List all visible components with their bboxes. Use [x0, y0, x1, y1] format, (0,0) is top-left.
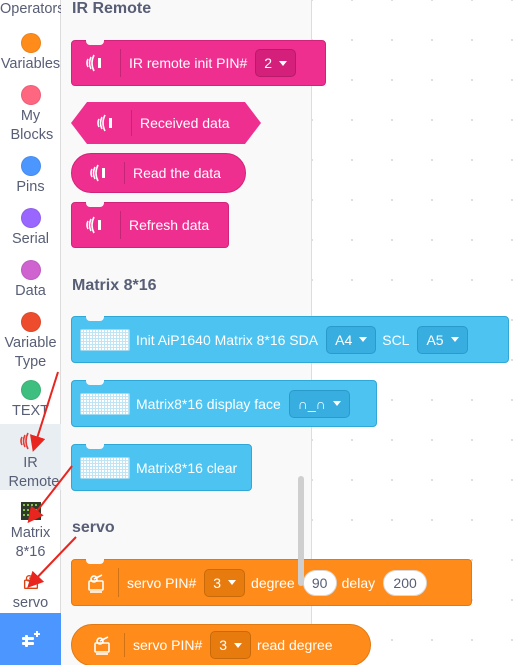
- block-refresh-data[interactable]: Refresh data: [71, 202, 229, 248]
- block-label: degree: [251, 574, 295, 591]
- category-label: IR Remote: [8, 455, 60, 490]
- block-label: Refresh data: [129, 217, 210, 233]
- block-separator: [131, 110, 132, 136]
- category-ir-remote[interactable]: IR Remote: [0, 424, 61, 490]
- category-label: Pins: [16, 179, 45, 195]
- category-label: Serial: [11, 231, 50, 247]
- face-dropdown[interactable]: ∩_∩: [288, 389, 350, 418]
- dropdown-value: A5: [426, 331, 444, 348]
- section-title-servo: servo: [72, 519, 115, 536]
- block-servo-write[interactable]: servo PIN# 3 degree 90 delay 200: [71, 559, 472, 606]
- sda-dropdown[interactable]: A4: [326, 325, 377, 354]
- degree-input[interactable]: 90: [302, 569, 337, 596]
- block-separator: [120, 211, 121, 239]
- dropdown-value: 2: [264, 55, 273, 71]
- category-color-dot: [20, 312, 41, 332]
- ir-remote-icon: [95, 113, 121, 133]
- category-label: Variable Type: [4, 335, 57, 370]
- ir-remote-icon: [19, 432, 35, 450]
- block-label: SCL: [382, 331, 410, 348]
- block-label: read degree: [257, 637, 333, 653]
- block-separator: [124, 633, 125, 657]
- add-extension-button[interactable]: [0, 613, 61, 665]
- category-color-dot: [20, 33, 41, 53]
- category-my-blocks[interactable]: My Blocks: [0, 85, 61, 145]
- category-variable-type[interactable]: Variable Type: [0, 312, 61, 372]
- ir-remote-icon: [88, 163, 114, 183]
- block-label: Received data: [140, 115, 230, 131]
- block-label: Matrix8*16 display face: [136, 395, 281, 412]
- category-servo[interactable]: servo: [0, 572, 61, 613]
- category-serial[interactable]: Serial: [0, 208, 61, 249]
- category-data[interactable]: Data: [0, 260, 61, 301]
- delay-input[interactable]: 200: [383, 569, 428, 596]
- block-received-data[interactable]: Received data: [71, 102, 261, 144]
- category-color-dot: [20, 156, 41, 176]
- section-title-ir-remote: IR Remote: [72, 0, 152, 17]
- block-separator: [124, 162, 125, 184]
- block-label: servo PIN#: [133, 637, 203, 653]
- block-label: delay: [341, 574, 376, 591]
- category-text[interactable]: TEXT: [0, 376, 61, 424]
- ir-remote-icon: [84, 53, 110, 73]
- category-pins[interactable]: Pins: [0, 156, 61, 197]
- category-operators[interactable]: Operators: [0, 0, 65, 19]
- category-color-dot: [20, 85, 41, 105]
- caret-down-icon: [279, 60, 288, 66]
- block-label: servo PIN#: [127, 574, 197, 591]
- caret-down-icon: [332, 401, 341, 406]
- block-label: Read the data: [133, 165, 221, 181]
- category-label: Operators: [0, 1, 65, 17]
- led-matrix-icon: [80, 328, 130, 351]
- category-sidebar: Operators Variables My Blocks Pins Seria…: [0, 0, 65, 665]
- led-matrix-icon: [80, 456, 130, 479]
- block-matrix-init[interactable]: Init AiP1640 Matrix 8*16 SDA A4 SCL A5: [71, 316, 509, 363]
- category-color-dot: [20, 260, 41, 280]
- dropdown-value: ∩_∩: [297, 395, 326, 412]
- category-matrix[interactable]: Matrix 8*16: [0, 500, 61, 562]
- dropdown-value: 3: [219, 637, 228, 653]
- led-matrix-icon: [80, 392, 130, 415]
- caret-down-icon: [228, 580, 237, 585]
- category-label: servo: [12, 595, 49, 611]
- category-color-dot: [20, 208, 41, 228]
- dropdown-value: 3: [213, 574, 222, 591]
- section-title-matrix: Matrix 8*16: [72, 277, 157, 294]
- dropdown-value: A4: [335, 331, 353, 348]
- caret-down-icon: [450, 337, 459, 342]
- category-variables[interactable]: Variables: [0, 33, 61, 74]
- category-label: TEXT: [11, 403, 50, 419]
- category-label: Data: [15, 283, 46, 299]
- ir-remote-icon: [84, 215, 110, 235]
- caret-down-icon: [359, 337, 368, 342]
- scl-dropdown[interactable]: A5: [417, 325, 468, 354]
- category-label: My Blocks: [10, 108, 54, 143]
- servo-pin-dropdown[interactable]: 3: [204, 568, 246, 597]
- category-label: Variables: [0, 56, 61, 72]
- flyout-scrollbar[interactable]: [298, 476, 304, 586]
- block-label: IR remote init PIN#: [129, 55, 248, 71]
- category-color-dot: [20, 380, 41, 400]
- block-label: Matrix8*16 clear: [136, 459, 238, 476]
- block-separator: [120, 49, 121, 77]
- servo-icon: [90, 633, 114, 657]
- category-label: Matrix 8*16: [10, 525, 51, 560]
- block-separator: [118, 568, 119, 597]
- servo-read-pin-dropdown[interactable]: 3: [210, 631, 252, 659]
- led-matrix-icon: [20, 502, 41, 520]
- pin-dropdown[interactable]: 2: [255, 49, 297, 77]
- caret-down-icon: [234, 642, 243, 648]
- block-label: Init AiP1640 Matrix 8*16 SDA: [136, 331, 319, 348]
- block-servo-read-degree[interactable]: servo PIN# 3 read degree: [71, 624, 371, 665]
- block-matrix-display-face[interactable]: Matrix8*16 display face ∩_∩: [71, 380, 377, 427]
- block-matrix-clear[interactable]: Matrix8*16 clear: [71, 444, 252, 491]
- servo-icon: [23, 574, 38, 590]
- servo-icon: [84, 571, 108, 595]
- block-ir-remote-init[interactable]: IR remote init PIN# 2: [71, 40, 326, 86]
- block-read-the-data[interactable]: Read the data: [71, 153, 246, 193]
- add-extension-icon: [21, 631, 40, 647]
